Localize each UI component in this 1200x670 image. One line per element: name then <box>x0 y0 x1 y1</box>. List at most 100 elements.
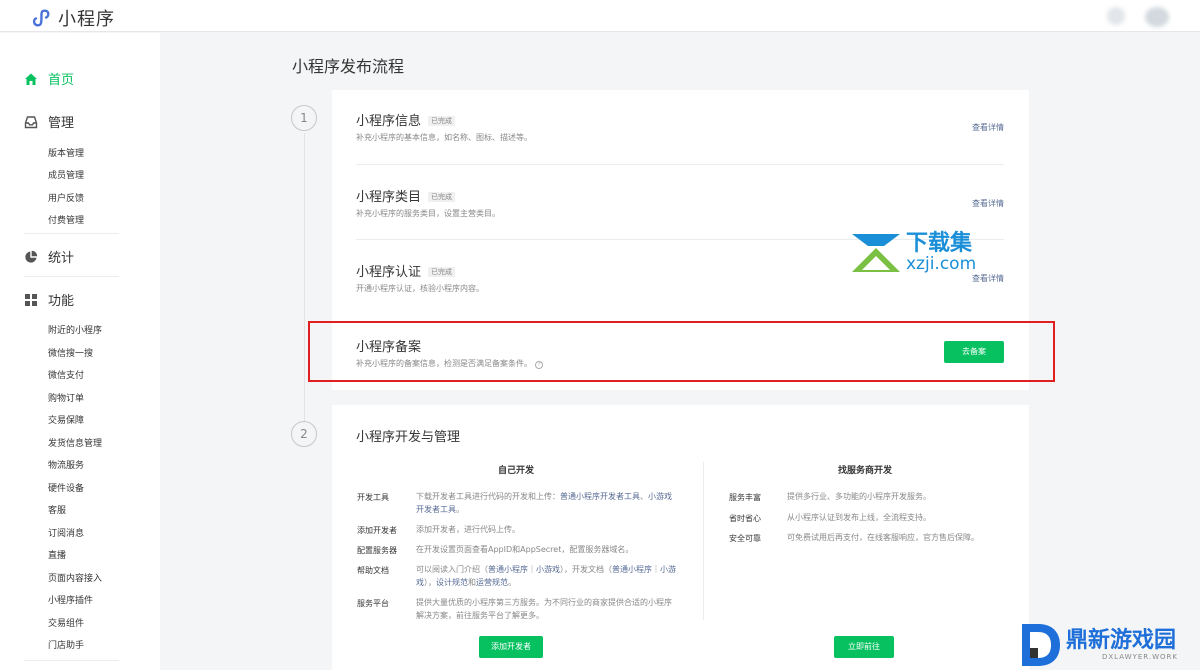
feature-value: 提供大量优质的小程序第三方服务。为不同行业的商家提供合适的小程序解决方案，前往服… <box>416 598 672 620</box>
item-desc: 补充小程序的基本信息，如名称、图标、描述等。 <box>356 133 532 142</box>
feature-key: 省时省心 <box>729 514 761 523</box>
app-title: 小程序 <box>58 9 115 30</box>
divider <box>24 660 119 661</box>
sidebar-subitem-hardware[interactable]: 硬件设备 <box>48 481 84 494</box>
sidebar-item-label: 首页 <box>48 73 75 88</box>
view-details-link[interactable]: 查看详情 <box>972 273 1004 284</box>
sidebar-subitem-feedback[interactable]: 用户反馈 <box>48 191 84 204</box>
watermark-xzji: 下载集 xzji.com <box>850 232 976 274</box>
item-title-text: 小程序认证 <box>356 265 422 280</box>
list-item: 小程序信息 已完成 补充小程序的基本信息，如名称、图标、描述等。 查看详情 <box>356 110 1004 160</box>
feature-value: 可以阅读入门介绍（普通小程序｜小游戏），开发文档（普通小程序｜小游戏），设计规范… <box>416 563 678 589</box>
feature-key: 服务丰富 <box>729 493 761 502</box>
sidebar-subitem-content[interactable]: 页面内容接入 <box>48 571 102 584</box>
feature-value: 可免费试用后再支付，在线客服响应，官方售后保障。 <box>787 533 979 542</box>
status-badge: 已完成 <box>428 116 456 126</box>
feature-value: 下载开发者工具进行代码的开发和上传：普通小程序开发者工具、小游戏开发者工具。 <box>416 490 676 516</box>
sidebar-subitem-nearby[interactable]: 附近的小程序 <box>48 323 102 336</box>
intro-game-link[interactable]: 小游戏 <box>536 565 560 574</box>
status-badge: 已完成 <box>428 192 456 202</box>
sidebar-item-manage[interactable]: 管理 <box>24 112 74 131</box>
status-badge: 已完成 <box>428 267 456 277</box>
feature-key: 服务平台 <box>357 599 389 608</box>
sidebar-item-label: 统计 <box>48 251 75 266</box>
sidebar-item-home[interactable]: 首页 <box>24 69 74 88</box>
divider <box>24 276 119 277</box>
sidebar-subitem-service[interactable]: 客服 <box>48 503 66 516</box>
text: 。 <box>508 578 516 587</box>
sidebar-subitem-version[interactable]: 版本管理 <box>48 146 84 159</box>
text: 下载开发者工具进行代码的开发和上传： <box>416 492 560 501</box>
sidebar-subitem-pay[interactable]: 微信支付 <box>48 368 84 381</box>
sidebar-subitem-trade[interactable]: 交易组件 <box>48 616 84 629</box>
home-icon <box>25 73 37 85</box>
text: 。 <box>456 505 464 514</box>
self-dev-title: 自己开发 <box>498 466 535 476</box>
pie-chart-icon <box>25 250 38 263</box>
text: ｜ <box>652 565 660 574</box>
watermark-cn: 下载集 <box>906 231 973 256</box>
app-logo[interactable]: 小程序 <box>30 5 115 31</box>
step-connector <box>304 133 305 423</box>
top-bar: 小程序 <box>0 0 1200 32</box>
go-now-button[interactable]: 立即前往 <box>834 636 894 658</box>
notification-icon[interactable] <box>1107 7 1125 25</box>
item-title-text: 小程序信息 <box>356 114 422 129</box>
xzji-logo-icon <box>852 234 900 272</box>
page-title: 小程序发布流程 <box>292 57 405 76</box>
item-title: 小程序类目 已完成 <box>356 186 456 205</box>
feature-key: 添加开发者 <box>357 526 397 535</box>
dev-tool-link[interactable]: 普通小程序开发者工具 <box>560 492 640 501</box>
sidebar-subitem-plugin[interactable]: 小程序插件 <box>48 593 93 606</box>
section-title: 小程序开发与管理 <box>356 430 461 445</box>
text: 可以阅读入门介绍（ <box>416 565 488 574</box>
column-divider <box>703 462 704 620</box>
sidebar-subitem-payment[interactable]: 付费管理 <box>48 213 84 226</box>
text: ），开发文档（ <box>560 565 612 574</box>
feature-key: 配置服务器 <box>357 546 397 555</box>
avatar[interactable] <box>1145 7 1169 27</box>
divider <box>356 164 1004 165</box>
item-desc: 补充小程序的服务类目，设置主营类目。 <box>356 209 500 218</box>
watermark-en: DXLAWYER.WORK <box>1102 653 1178 661</box>
text: ）， <box>424 578 436 587</box>
item-title: 小程序认证 已完成 <box>356 261 456 280</box>
grid-icon <box>25 293 37 306</box>
sidebar-subitem-store[interactable]: 门店助手 <box>48 638 84 651</box>
step-number: 2 <box>291 421 317 447</box>
sidebar-subitem-live[interactable]: 直播 <box>48 548 66 561</box>
sidebar-subitem-logistics[interactable]: 物流服务 <box>48 458 84 471</box>
operation-link[interactable]: 运营规范 <box>476 578 508 587</box>
docs-link[interactable]: 普通小程序 <box>612 565 652 574</box>
sidebar-subitem-search[interactable]: 微信搜一搜 <box>48 346 93 359</box>
feature-key: 帮助文档 <box>357 566 389 575</box>
step-number: 1 <box>291 105 317 131</box>
sidebar-subitem-subscription[interactable]: 订阅消息 <box>48 526 84 539</box>
sidebar-item-label: 管理 <box>48 116 75 131</box>
sidebar-subitem-members[interactable]: 成员管理 <box>48 168 84 181</box>
item-title: 小程序信息 已完成 <box>356 110 456 129</box>
sidebar-subitem-guarantee[interactable]: 交易保障 <box>48 413 84 426</box>
sidebar-subitem-orders[interactable]: 购物订单 <box>48 391 84 404</box>
divider <box>24 233 119 234</box>
feature-key: 开发工具 <box>357 493 389 502</box>
inbox-icon <box>24 115 38 128</box>
view-details-link[interactable]: 查看详情 <box>972 198 1004 209</box>
list-item: 小程序类目 已完成 补充小程序的服务类目，设置主营类目。 查看详情 <box>356 186 1004 236</box>
text: ｜ <box>528 565 536 574</box>
text: 、 <box>640 492 648 501</box>
sidebar-item-label: 功能 <box>48 294 75 309</box>
intro-link[interactable]: 普通小程序 <box>488 565 528 574</box>
view-details-link[interactable]: 查看详情 <box>972 122 1004 133</box>
miniprogram-logo-icon <box>32 9 50 27</box>
feature-value: 添加开发者，进行代码上传。 <box>416 525 520 534</box>
watermark-cn: 鼎新游戏园 <box>1066 628 1177 653</box>
dx-logo-icon <box>1022 624 1060 666</box>
sidebar-subitem-shipping[interactable]: 发货信息管理 <box>48 436 102 449</box>
sidebar-item-stats[interactable]: 统计 <box>24 247 74 266</box>
feature-key: 安全可靠 <box>729 534 761 543</box>
sidebar-item-features[interactable]: 功能 <box>24 290 74 309</box>
text: 和 <box>468 578 476 587</box>
add-developer-button[interactable]: 添加开发者 <box>479 636 543 658</box>
design-link[interactable]: 设计规范 <box>436 578 468 587</box>
